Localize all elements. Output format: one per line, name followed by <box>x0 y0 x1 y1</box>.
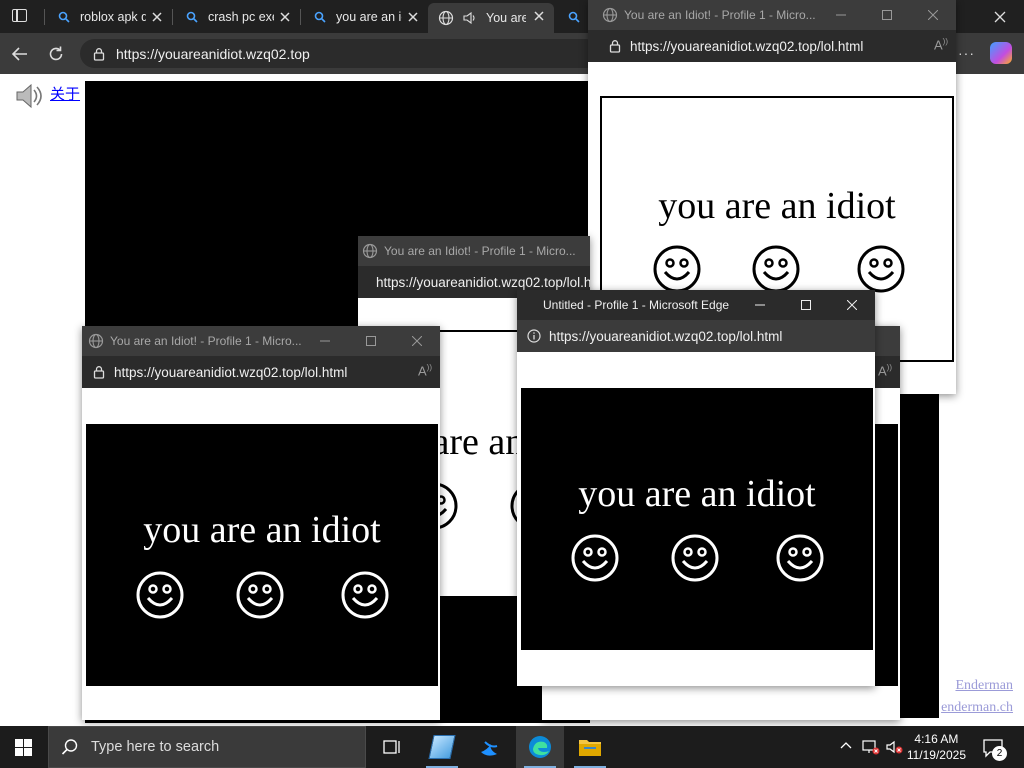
tab-label: roblox apk d <box>80 10 146 24</box>
idiot-frame: you are an idiot <box>86 424 438 686</box>
window-title: Untitled - Profile 1 - Microsoft Edge <box>543 298 730 312</box>
close-icon[interactable] <box>278 10 292 24</box>
search-icon <box>184 9 200 25</box>
smiley-icon <box>341 571 389 619</box>
globe-icon <box>362 243 378 259</box>
notepad-app-icon[interactable] <box>418 726 466 768</box>
maximize-icon[interactable] <box>348 326 394 356</box>
minimize-icon[interactable] <box>302 326 348 356</box>
speaker-icon <box>12 80 44 115</box>
smiley-icon <box>752 245 800 293</box>
idiot-message: you are an idiot <box>578 473 816 515</box>
black-strip-right <box>897 370 939 718</box>
popup-address-bar[interactable]: https://youareanidiot.wzq02.top/lol.html <box>588 30 956 62</box>
popup-window-front[interactable]: Untitled - Profile 1 - Microsoft Edge ht… <box>517 290 875 686</box>
clock-date: 11/19/2025 <box>906 748 966 762</box>
back-icon[interactable] <box>10 44 30 64</box>
read-aloud-icon[interactable]: A)) <box>878 363 892 378</box>
window-close-icon[interactable] <box>992 9 1008 25</box>
notification-center-icon[interactable]: 2 <box>982 738 1007 761</box>
tab-label: crash pc exe <box>208 10 274 24</box>
smiley-icon <box>671 534 719 582</box>
edge-app-icon[interactable] <box>516 726 564 768</box>
info-icon[interactable] <box>527 329 541 343</box>
file-explorer-icon[interactable] <box>566 726 614 768</box>
close-icon[interactable] <box>829 290 875 320</box>
idiot-message: you are an idiot <box>658 185 896 227</box>
speaker-icon[interactable] <box>462 10 478 26</box>
task-view-icon[interactable] <box>368 726 416 768</box>
maximize-icon[interactable] <box>783 290 829 320</box>
search-icon <box>61 739 78 755</box>
tab-crash[interactable]: crash pc exe <box>174 4 300 30</box>
close-icon[interactable] <box>406 10 420 24</box>
more-icon[interactable]: ··· <box>958 45 975 61</box>
search-icon <box>312 9 328 25</box>
smiley-icon <box>571 534 619 582</box>
idiot-message: you are an idiot <box>143 509 381 551</box>
clock[interactable]: 4:16 AM 11/19/2025 <box>907 731 966 763</box>
popup-url: https://youareanidiot.wzq02.top/lol.html <box>376 274 590 290</box>
tab-you-are-an-idiot[interactable]: you are an id <box>302 4 428 30</box>
clock-time: 4:16 AM <box>914 732 959 746</box>
windows-start-icon[interactable] <box>15 739 32 756</box>
address-url: https://youareanidiot.wzq02.top <box>116 45 310 62</box>
minimize-icon[interactable] <box>737 290 783 320</box>
lock-icon <box>93 366 105 379</box>
chevron-up-icon[interactable] <box>840 740 852 755</box>
refresh-icon[interactable] <box>46 44 66 64</box>
close-icon[interactable] <box>394 326 440 356</box>
popup-address-bar[interactable]: https://youareanidiot.wzq02.top/lol.html <box>82 356 440 388</box>
taskbar-search[interactable]: Type here to search <box>48 726 366 768</box>
read-aloud-icon[interactable]: A)) <box>418 363 432 378</box>
taskbar: Type here to search 4:16 AM 11/19/2025 2 <box>0 726 1024 768</box>
close-icon[interactable] <box>532 9 546 23</box>
close-icon[interactable] <box>150 10 164 24</box>
search-icon <box>56 9 72 25</box>
popup-address-bar[interactable]: https://youareanidiot.wzq02.top/lol.html <box>517 320 875 352</box>
smiley-icon <box>857 245 905 293</box>
swift-app-icon[interactable] <box>466 726 514 768</box>
credit-link-site[interactable]: enderman.ch <box>941 700 1013 716</box>
globe-icon <box>602 7 618 23</box>
tab-active-you-are[interactable]: You are <box>428 3 554 33</box>
minimize-icon[interactable] <box>818 0 864 30</box>
close-icon[interactable] <box>910 0 956 30</box>
popup-url: https://youareanidiot.wzq02.top/lol.html <box>630 38 864 54</box>
popup-window-left[interactable]: You are an Idiot! - Profile 1 - Micro...… <box>82 326 440 720</box>
lock-icon[interactable] <box>92 47 106 61</box>
notification-badge: 2 <box>992 746 1007 761</box>
tab-label: you are an id <box>336 10 402 24</box>
about-link[interactable]: 关于 <box>50 83 80 104</box>
tab-actions-icon[interactable] <box>12 9 27 22</box>
smiley-icon <box>776 534 824 582</box>
network-icon[interactable] <box>862 739 880 758</box>
credit-link-enderman[interactable]: Enderman <box>955 678 1013 694</box>
tab-roblox[interactable]: roblox apk d <box>46 4 172 30</box>
search-placeholder: Type here to search <box>91 739 220 755</box>
window-title: You are an Idiot! - Profile 1 - Micro... <box>384 244 576 258</box>
globe-icon <box>438 10 454 26</box>
lock-icon <box>609 40 621 53</box>
popup-url: https://youareanidiot.wzq02.top/lol.html <box>549 328 783 344</box>
window-title: You are an Idiot! - Profile 1 - Micro... <box>624 8 816 22</box>
search-icon <box>566 9 582 25</box>
smiley-icon <box>653 245 701 293</box>
maximize-icon[interactable] <box>864 0 910 30</box>
idiot-frame: you are an idiot <box>521 388 873 650</box>
copilot-icon[interactable] <box>990 42 1012 64</box>
globe-icon <box>88 333 104 349</box>
tab-label: You are <box>486 11 526 25</box>
smiley-icon <box>136 571 184 619</box>
address-bar[interactable]: https://youareanidiot.wzq02.top <box>80 39 600 68</box>
window-title-bar: You are an Idiot! - Profile 1 - Micro... <box>358 236 590 266</box>
smiley-icon <box>236 571 284 619</box>
tab-partial[interactable] <box>556 4 586 30</box>
window-title: You are an Idiot! - Profile 1 - Micro... <box>110 334 302 348</box>
popup-url: https://youareanidiot.wzq02.top/lol.html <box>114 364 348 380</box>
read-aloud-icon[interactable]: A)) <box>934 37 948 52</box>
volume-muted-icon[interactable] <box>886 739 904 758</box>
